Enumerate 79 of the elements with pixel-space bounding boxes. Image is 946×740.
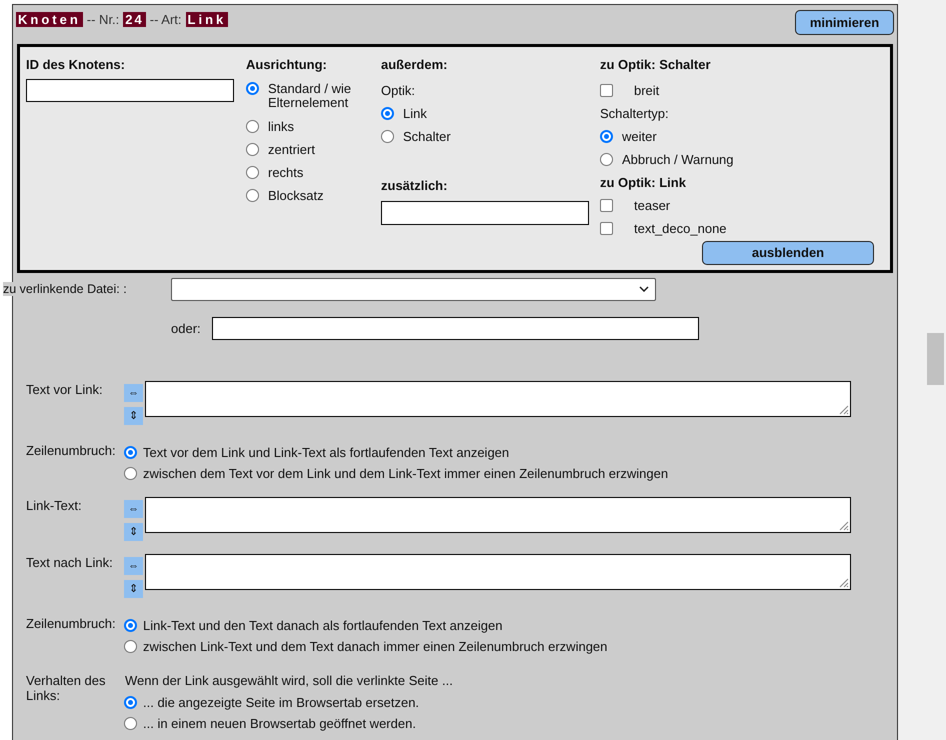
radio-button[interactable] xyxy=(246,82,259,95)
additional-input-field[interactable] xyxy=(381,201,589,225)
nr-label: -- Nr.: xyxy=(86,11,120,29)
radio-button[interactable] xyxy=(246,166,259,179)
radio-button[interactable] xyxy=(124,467,137,480)
radio-label: rechts xyxy=(268,166,304,180)
section-heading: zu Optik: Link xyxy=(600,174,687,192)
radio-button[interactable] xyxy=(600,130,613,143)
section-heading: zusätzlich: xyxy=(381,177,448,195)
field-label: Schaltertyp: xyxy=(600,105,670,123)
radio-label: Blocksatz xyxy=(268,188,324,202)
radio-label: Text vor dem Link und Link-Text als fortlaufenden Text anzeigen xyxy=(143,446,510,460)
radio-button[interactable] xyxy=(246,120,259,133)
section-heading: Ausrichtung: xyxy=(246,56,328,74)
text-area-field[interactable] xyxy=(145,497,851,533)
field-label: Text nach Link: xyxy=(26,554,114,572)
field-label: Verhalten des Links: xyxy=(26,672,107,705)
radio-label: ... in einem neuen Browsertab geöffnet werden. xyxy=(143,716,416,730)
checkbox-label: breit xyxy=(634,82,660,100)
heighten-button[interactable]: ⇕ xyxy=(124,523,143,541)
section-heading: außerdem: xyxy=(381,56,448,74)
radio-label: Schalter xyxy=(403,130,451,144)
radio-button[interactable] xyxy=(600,153,613,166)
id-input-field[interactable] xyxy=(26,79,234,102)
scrollbar[interactable] xyxy=(925,0,946,740)
radio-label: Link xyxy=(403,106,427,120)
radio-button[interactable] xyxy=(246,189,259,202)
chevron-down-icon xyxy=(639,286,649,292)
radio-label: links xyxy=(268,120,294,134)
type-label: -- Art: xyxy=(150,11,182,29)
node-badge: Knoten xyxy=(16,12,83,28)
field-label: oder: xyxy=(171,320,201,338)
radio-button[interactable] xyxy=(124,717,137,730)
field-label: Optik: xyxy=(381,82,416,100)
heighten-button[interactable]: ⇕ xyxy=(124,407,143,425)
resize-handle-icon[interactable] xyxy=(838,577,849,588)
scrollbar-thumb[interactable] xyxy=(927,333,944,385)
section-heading: zu Optik: Schalter xyxy=(600,56,712,74)
field-label: Zeilenumbruch: xyxy=(26,615,117,633)
hide-button[interactable]: ausblenden xyxy=(702,241,874,265)
radio-label: Abbruch / Warnung xyxy=(622,152,734,166)
checkbox-label: text_deco_none xyxy=(634,220,727,238)
widen-button[interactable]: ⇔ xyxy=(124,500,143,518)
radio-button[interactable] xyxy=(124,446,137,459)
field-label: ID des Knotens: xyxy=(26,56,126,74)
radio-button[interactable] xyxy=(124,619,137,632)
radio-button[interactable] xyxy=(381,107,394,120)
resize-handle-icon[interactable] xyxy=(838,520,849,531)
heighten-button[interactable]: ⇕ xyxy=(124,580,143,598)
radio-button[interactable] xyxy=(381,130,394,143)
file-select[interactable] xyxy=(171,278,656,300)
checkbox-label: teaser xyxy=(634,196,670,215)
radio-label: Link-Text und den Text danach als fortlaufenden Text anzeigen xyxy=(143,618,502,632)
radio-button[interactable] xyxy=(124,640,137,653)
radio-label: weiter xyxy=(622,130,657,144)
minimize-button[interactable]: minimieren xyxy=(795,10,894,35)
widen-button[interactable]: ⇔ xyxy=(124,557,143,575)
field-label: Link-Text: xyxy=(26,497,83,515)
intro-text: Wenn der Link ausgewählt wird, soll die verlinkte Seite ... xyxy=(124,672,453,690)
radio-label: Standard / wie Elternelement xyxy=(268,82,352,110)
radio-button[interactable] xyxy=(124,696,137,709)
checkbox[interactable] xyxy=(600,84,613,97)
checkbox[interactable] xyxy=(600,199,613,212)
radio-label: ... die angezeigte Seite im Browsertab ersetzen. xyxy=(143,696,420,710)
alternative-input-field[interactable] xyxy=(212,317,699,340)
field-label: Text vor Link: xyxy=(26,381,104,399)
radio-label: zwischen dem Text vor dem Link und dem Link-Text immer einen Zeilenumbruch erzwingen xyxy=(143,466,668,480)
radio-label: zwischen Link-Text und dem Text danach immer einen Zeilenumbruch erzwingen xyxy=(143,640,608,654)
checkbox[interactable] xyxy=(600,222,613,235)
radio-label: zentriert xyxy=(268,142,315,156)
text-area-field[interactable] xyxy=(145,554,851,590)
field-label: zu verlinkende Datei: : xyxy=(3,282,127,296)
field-label: Zeilenumbruch: xyxy=(26,442,117,460)
text-area-field[interactable] xyxy=(145,381,851,417)
widen-button[interactable]: ⇔ xyxy=(124,384,143,402)
resize-handle-icon[interactable] xyxy=(838,404,849,415)
radio-button[interactable] xyxy=(246,143,259,156)
number-badge: 24 xyxy=(123,12,146,28)
type-badge: Link xyxy=(186,12,228,28)
